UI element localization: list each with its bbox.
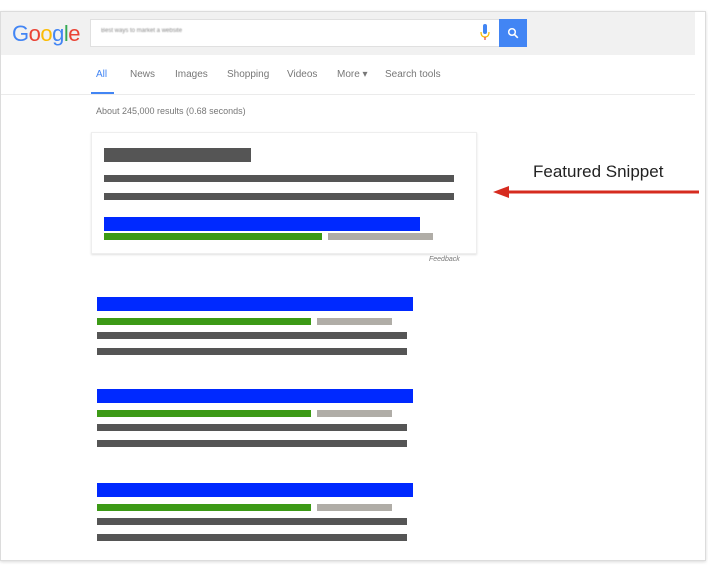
search-header: Google Best ways to market a website: [1, 12, 695, 55]
feedback-link[interactable]: Feedback: [429, 256, 460, 263]
search-icon: [507, 27, 519, 39]
search-query-text: Best ways to market a website: [101, 28, 183, 34]
microphone-icon[interactable]: [479, 24, 491, 42]
tab-all[interactable]: All: [96, 69, 107, 80]
snippet-heading-placeholder: [104, 148, 251, 162]
snippet-text-line: [104, 193, 454, 200]
search-tabs: All News Images Shopping Videos More ▾ S…: [1, 55, 695, 95]
logo-letter: g: [52, 21, 64, 46]
tab-more[interactable]: More ▾: [337, 69, 368, 80]
annotation-arrow-icon: [493, 186, 699, 198]
result-title-link[interactable]: [97, 297, 413, 311]
logo-letter: o: [28, 21, 41, 46]
active-tab-indicator: [91, 92, 114, 94]
result-description-line: [97, 440, 407, 447]
result-url-meta: [317, 410, 392, 417]
result-url: [97, 410, 311, 417]
result-stats: About 245,000 results (0.68 seconds): [96, 106, 246, 116]
tab-shopping[interactable]: Shopping: [227, 69, 269, 80]
snippet-text-line: [104, 175, 454, 182]
search-button[interactable]: [499, 19, 527, 47]
snippet-title-link[interactable]: [104, 217, 420, 231]
tab-images[interactable]: Images: [175, 69, 208, 80]
tab-videos[interactable]: Videos: [287, 69, 317, 80]
snippet-url-meta: [328, 233, 433, 240]
result-url-meta: [317, 504, 392, 511]
result-url-meta: [317, 318, 392, 325]
result-title-link[interactable]: [97, 389, 413, 403]
snippet-url: [104, 233, 322, 240]
browser-frame: Google Best ways to market a website All…: [0, 11, 706, 561]
result-description-line: [97, 534, 407, 541]
result-title-link[interactable]: [97, 483, 413, 497]
result-description-line: [97, 348, 407, 355]
result-description-line: [97, 518, 407, 525]
featured-snippet-card: [91, 132, 477, 254]
result-description-line: [97, 332, 407, 339]
result-description-line: [97, 424, 407, 431]
logo-letter: o: [40, 21, 53, 46]
tab-news[interactable]: News: [130, 69, 155, 80]
search-input[interactable]: Best ways to market a website: [90, 19, 500, 47]
annotation-label: Featured Snippet: [533, 162, 664, 181]
logo-letter: e: [68, 21, 81, 46]
result-url: [97, 504, 311, 511]
logo-letter: G: [12, 21, 29, 46]
tab-search-tools[interactable]: Search tools: [385, 69, 441, 80]
google-logo[interactable]: Google: [12, 21, 81, 47]
result-url: [97, 318, 311, 325]
